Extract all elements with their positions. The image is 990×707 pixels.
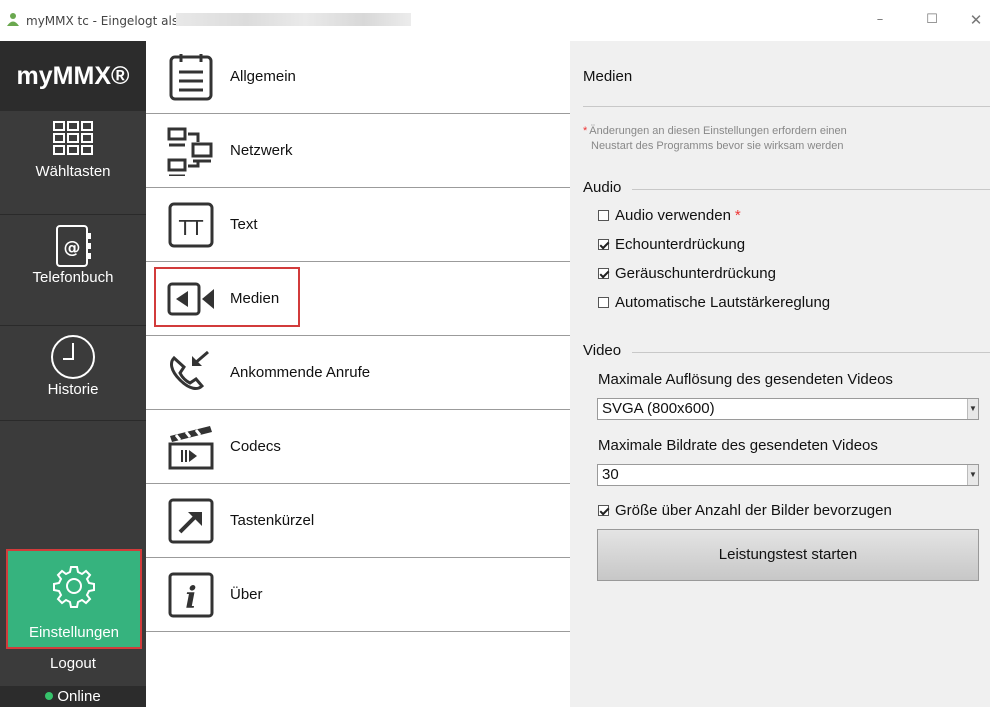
minimize-button[interactable]: – — [870, 10, 890, 30]
menu-item-label: Medien — [230, 290, 280, 307]
logout-link[interactable]: Logout — [0, 655, 146, 672]
network-icon — [167, 127, 213, 176]
camera-icon — [167, 282, 214, 316]
note-line-2: Neustart des Programms bevor sie wirksam… — [591, 140, 844, 152]
menu-item-label: Tastenkürzel — [230, 512, 315, 529]
text-icon: TT — [168, 202, 214, 248]
clock-icon — [51, 335, 95, 379]
maximize-button[interactable]: ☐ — [922, 10, 942, 30]
menu-item-codecs[interactable]: Codecs — [146, 411, 570, 484]
checkbox-label: Größe über Anzahl der Bilder bevorzugen — [615, 502, 892, 519]
checkbox-label: Audio verwenden — [615, 207, 731, 224]
sidebar-item-settings[interactable]: Einstellungen — [6, 549, 142, 649]
clapperboard-icon — [168, 426, 214, 470]
video-group-line — [632, 352, 990, 353]
sidebar-item-phonebook[interactable]: @ Telefonbuch — [0, 223, 146, 286]
checkbox-label: Automatische Lautstärkereglung — [615, 294, 831, 311]
svg-text:i: i — [185, 581, 196, 616]
menu-item-ueber[interactable]: i Über — [146, 559, 570, 632]
sidebar-item-label: Einstellungen — [28, 624, 120, 641]
checkbox-geraeuschunterdrueckung[interactable]: Geräuschunterdrückung — [598, 265, 776, 282]
sidebar-divider — [0, 214, 146, 215]
required-marker: * — [734, 207, 741, 224]
shortcut-arrow-icon — [168, 498, 214, 544]
chevron-down-icon[interactable]: ▼ — [967, 399, 978, 419]
menu-item-text[interactable]: TT Text — [146, 189, 570, 262]
online-dot-icon — [45, 692, 54, 701]
menu-item-label: Codecs — [230, 438, 281, 455]
checkbox-echounterdrueckung[interactable]: Echounterdrückung — [598, 236, 745, 253]
resolution-select[interactable]: SVGA (800x600) ▼ — [597, 398, 979, 420]
info-icon: i — [168, 572, 214, 618]
audio-group-line — [632, 189, 990, 190]
address-book-icon: @ — [56, 225, 91, 267]
framerate-value: 30 — [602, 466, 619, 483]
incoming-call-icon — [170, 350, 209, 390]
title-bar: myMMX tc - Eingelogt als – ☐ ✕ — [0, 0, 990, 41]
checkbox[interactable] — [598, 239, 609, 250]
sidebar-divider — [0, 325, 146, 326]
resolution-value: SVGA (800x600) — [602, 400, 715, 417]
svg-text:@: @ — [64, 238, 81, 258]
sidebar-item-label: Wähltasten — [35, 163, 111, 180]
required-marker: * — [583, 125, 588, 137]
close-button[interactable]: ✕ — [966, 10, 986, 30]
checkbox[interactable] — [598, 268, 609, 279]
checkbox[interactable] — [598, 297, 609, 308]
window-title: myMMX tc - Eingelogt als — [26, 14, 179, 28]
framerate-label: Maximale Bildrate des gesendeten Videos — [598, 437, 878, 454]
menu-item-allgemein[interactable]: Allgemein — [146, 41, 570, 114]
restart-note: * Änderungen an diesen Einstellungen erfo… — [583, 124, 847, 154]
sidebar: myMMX® Wähltasten @ Telefonbuch Historie… — [0, 41, 146, 707]
checkbox[interactable] — [598, 505, 609, 516]
status-badge: Online — [0, 686, 146, 707]
dialpad-icon — [53, 121, 93, 155]
sidebar-item-history[interactable]: Historie — [0, 333, 146, 398]
menu-item-label: Netzwerk — [230, 142, 293, 159]
performance-test-button[interactable]: Leistungstest starten — [597, 529, 979, 581]
framerate-select[interactable]: 30 ▼ — [597, 464, 979, 486]
menu-item-netzwerk[interactable]: Netzwerk — [146, 115, 570, 188]
checkbox[interactable] — [598, 210, 609, 221]
svg-text:TT: TT — [178, 216, 204, 240]
video-heading: Video — [583, 342, 622, 359]
menu-item-medien[interactable]: Medien — [146, 263, 570, 336]
sidebar-item-dialpad[interactable]: Wähltasten — [0, 119, 146, 180]
checkbox-audio-verwenden[interactable]: Audio verwenden * — [598, 207, 741, 224]
chevron-down-icon[interactable]: ▼ — [967, 465, 978, 485]
settings-menu: Allgemein Netzwerk TT Text Medien Ankomm… — [146, 41, 570, 707]
menu-item-ankommende-anrufe[interactable]: Ankommende Anrufe — [146, 337, 570, 410]
menu-item-label: Allgemein — [230, 68, 296, 85]
notepad-icon — [169, 54, 213, 101]
menu-item-tastenkuerzel[interactable]: Tastenkürzel — [146, 485, 570, 558]
gear-icon — [53, 566, 95, 608]
app-user-icon — [7, 13, 19, 26]
app-window: myMMX tc - Eingelogt als – ☐ ✕ myMMX® Wä… — [0, 0, 990, 707]
divider — [583, 106, 990, 107]
status-label: Online — [57, 688, 101, 705]
resolution-label: Maximale Auflösung des gesendeten Videos — [598, 371, 893, 388]
note-line-1: Änderungen an diesen Einstellungen erfor… — [589, 125, 847, 137]
menu-item-label: Ankommende Anrufe — [230, 364, 371, 381]
sidebar-item-label: Telefonbuch — [32, 269, 114, 286]
checkbox-label: Geräuschunterdrückung — [615, 265, 776, 282]
audio-heading: Audio — [583, 179, 622, 196]
checkbox-automatische-lautstaerkereglung[interactable]: Automatische Lautstärkereglung — [598, 294, 830, 311]
menu-item-label: Text — [230, 216, 258, 233]
panel-title: Medien — [583, 68, 633, 85]
checkbox-prefer-size[interactable]: Größe über Anzahl der Bilder bevorzugen — [598, 502, 892, 519]
menu-item-label: Über — [230, 586, 263, 603]
sidebar-divider — [0, 420, 146, 421]
blurred-username — [176, 13, 411, 26]
checkbox-label: Echounterdrückung — [615, 236, 746, 253]
settings-panel: Medien * Änderungen an diesen Einstellung… — [570, 41, 990, 707]
app-logo: myMMX® — [0, 41, 146, 111]
sidebar-item-label: Historie — [47, 381, 99, 398]
